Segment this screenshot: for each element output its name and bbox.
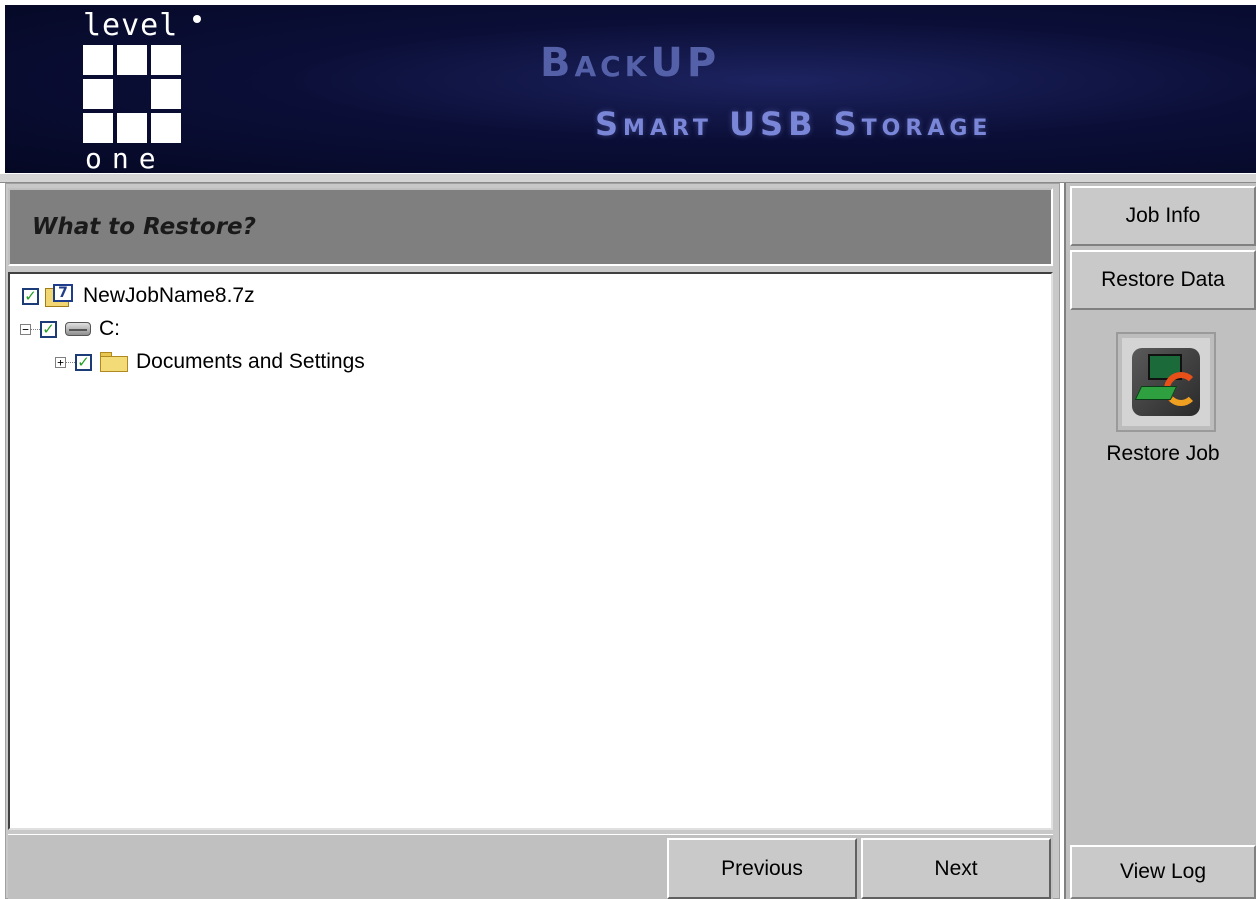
logo-registered-mark [193, 15, 201, 23]
tree-checkbox[interactable]: ✓ [75, 353, 92, 371]
logo-grid-icon [83, 45, 183, 147]
drive-icon [65, 322, 91, 336]
level-one-logo: level one [81, 8, 201, 173]
tree-checkbox[interactable]: ✓ [40, 320, 57, 338]
tree-checkbox[interactable]: ✓ [22, 287, 39, 305]
app-header: level one BackUP Smart USB Storage [5, 5, 1256, 173]
restore-job-icon[interactable] [1116, 332, 1216, 432]
expand-icon[interactable]: + [55, 356, 66, 368]
job-info-button[interactable]: Job Info [1070, 186, 1256, 246]
product-title: BackUP [540, 40, 721, 86]
restore-tree: ✓ 7 NewJobName8.7z − ✓ C: + ✓ Documents … [8, 272, 1053, 830]
restore-job-label[interactable]: Restore Job [1070, 442, 1256, 466]
folder-icon [100, 352, 128, 372]
archive-7z-icon: 7 [45, 284, 75, 308]
restore-data-button[interactable]: Restore Data [1070, 250, 1256, 310]
section-title: What to Restore? [32, 214, 257, 240]
tree-item-label: NewJobName8.7z [83, 284, 255, 307]
collapse-icon[interactable]: − [20, 323, 31, 335]
tree-item-drive[interactable]: − ✓ C: [20, 317, 120, 341]
header-separator [0, 173, 1256, 183]
tree-item-archive[interactable]: ✓ 7 NewJobName8.7z [22, 284, 255, 308]
next-button[interactable]: Next [861, 838, 1051, 899]
tree-item-label: C: [99, 317, 120, 340]
product-subtitle: Smart USB Storage [595, 105, 993, 143]
section-header: What to Restore? [8, 188, 1053, 266]
tree-item-label: Documents and Settings [136, 350, 365, 373]
logo-top-text: level [83, 8, 179, 43]
tree-item-folder[interactable]: + ✓ Documents and Settings [55, 350, 365, 374]
previous-button[interactable]: Previous [667, 838, 857, 899]
view-log-button[interactable]: View Log [1070, 845, 1256, 899]
logo-bottom-text: one [85, 142, 166, 173]
